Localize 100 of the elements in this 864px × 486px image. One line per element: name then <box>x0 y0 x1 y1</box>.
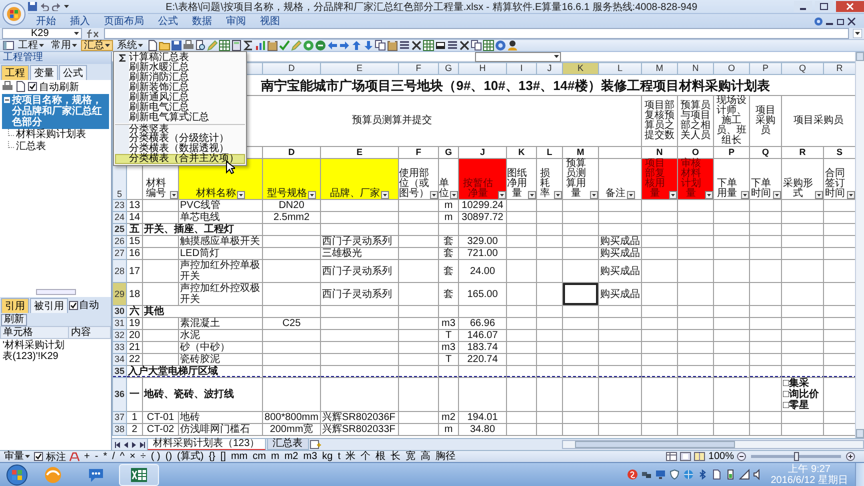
menu-item[interactable]: 分类横表（合并主次项） <box>115 154 245 164</box>
filter-dropdown-icon[interactable] <box>847 191 855 199</box>
frame-icon[interactable] <box>435 40 446 51</box>
symbol-button[interactable]: 宽 <box>404 452 416 462</box>
filter-dropdown-icon[interactable] <box>381 191 389 199</box>
symbol-button[interactable]: ^ <box>118 452 126 462</box>
user-icon[interactable] <box>507 40 518 51</box>
sheet-tab[interactable]: 材料采购计划表（123） <box>147 438 266 450</box>
row-header[interactable]: 26 <box>112 236 126 248</box>
filter-dropdown-icon[interactable] <box>430 191 438 199</box>
column-header[interactable]: Q <box>782 62 824 74</box>
new-sheet-icon[interactable] <box>310 440 321 449</box>
column-header[interactable]: R <box>824 62 855 74</box>
column-header[interactable]: O <box>714 62 750 74</box>
column-header[interactable]: G <box>438 62 458 74</box>
checkbox-option[interactable]: □集采 <box>783 378 822 389</box>
panel-tab[interactable]: 被引用 <box>30 298 68 313</box>
filter-dropdown-icon[interactable] <box>773 191 781 199</box>
clipboard-icon[interactable] <box>387 40 398 51</box>
filter-dropdown-icon[interactable] <box>308 191 316 199</box>
zoom-in-icon[interactable] <box>846 452 855 461</box>
column-header[interactable]: F <box>398 62 438 74</box>
panel-tab[interactable]: 公式 <box>59 65 87 80</box>
column-header[interactable]: N <box>678 62 714 74</box>
symbol-button[interactable]: (算式) <box>176 452 205 462</box>
symbol-button[interactable]: kg <box>321 452 334 462</box>
input-method-icon[interactable] <box>626 469 638 480</box>
next-sheet-icon[interactable] <box>131 440 138 448</box>
row-header[interactable]: 25 <box>112 224 126 236</box>
column-header[interactable]: I <box>506 62 536 74</box>
row-header[interactable]: 38 <box>112 424 126 436</box>
toolbar-menu-button[interactable]: 系统 <box>114 40 146 51</box>
row-header[interactable]: 30 <box>112 306 126 318</box>
clipboard-icon[interactable] <box>267 40 278 51</box>
refresh-button[interactable]: 刷新 <box>1 314 27 326</box>
arrow-left-icon[interactable] <box>327 40 338 51</box>
filter-dropdown-icon[interactable] <box>450 191 458 199</box>
checkbox-option[interactable]: □零星 <box>783 400 822 411</box>
ribbon-tab[interactable]: 插入 <box>64 14 96 28</box>
column-header[interactable]: M <box>642 62 678 74</box>
filter-dropdown-icon[interactable] <box>705 191 713 199</box>
checkbox-option[interactable]: □询比价 <box>783 389 822 400</box>
tree-item[interactable]: 材料采购计划表 <box>2 129 109 141</box>
symbol-button[interactable]: 胸径 <box>434 452 456 462</box>
filter-dropdown-icon[interactable] <box>170 191 178 199</box>
chart-icon[interactable] <box>255 40 266 51</box>
undo-icon[interactable] <box>40 2 49 11</box>
filter-dropdown-icon[interactable] <box>554 191 562 199</box>
symbol-button[interactable]: 长 <box>389 452 402 462</box>
print-icon[interactable] <box>2 81 13 92</box>
symbol-button[interactable]: t <box>336 452 342 462</box>
filter-dropdown-icon[interactable] <box>626 191 634 199</box>
ribbon-tab[interactable]: 审阅 <box>220 14 252 28</box>
symbol-button[interactable]: m <box>270 452 280 462</box>
dropdown-field[interactable] <box>475 52 561 62</box>
sum-icon[interactable] <box>243 40 254 51</box>
symbol-button[interactable]: × <box>128 452 136 462</box>
column-header[interactable]: 单元格 <box>0 326 69 338</box>
symbol-button[interactable]: + <box>83 452 91 462</box>
calculator-icon[interactable] <box>231 40 242 51</box>
symbol-button[interactable]: ( ) <box>150 452 162 462</box>
preview-icon[interactable] <box>195 40 206 51</box>
column-header[interactable]: 内容 <box>68 326 110 338</box>
symbol-button[interactable]: {} <box>208 452 216 462</box>
restore-icon[interactable] <box>836 16 845 26</box>
expand-caret-icon[interactable] <box>853 29 862 38</box>
ribbon-tab[interactable]: 页面布局 <box>98 14 150 28</box>
insert-function-icon[interactable] <box>86 29 100 38</box>
globe-icon[interactable] <box>682 469 694 480</box>
rows-icon[interactable] <box>447 40 458 51</box>
network-icon[interactable] <box>640 469 652 480</box>
rows-icon[interactable] <box>399 40 410 51</box>
monitor-icon[interactable] <box>654 469 666 480</box>
check-icon[interactable] <box>279 40 290 51</box>
filter-dropdown-icon[interactable] <box>741 191 749 199</box>
checkbox[interactable] <box>34 452 43 461</box>
close-icon[interactable] <box>847 16 856 26</box>
column-header[interactable]: J <box>536 62 562 74</box>
horizontal-scrollbar[interactable] <box>36 288 76 295</box>
symbol-button[interactable]: * <box>102 452 108 462</box>
row-header[interactable]: 32 <box>112 330 126 342</box>
symbol-button[interactable]: mm <box>230 452 249 462</box>
checkbox[interactable] <box>28 82 37 91</box>
row-header[interactable]: 24 <box>112 212 126 224</box>
page-break-view-icon[interactable] <box>694 452 706 461</box>
panel-tab[interactable]: 引用 <box>1 298 29 313</box>
minus-circle-icon[interactable] <box>315 40 326 51</box>
arrow-up-icon[interactable] <box>351 40 362 51</box>
row-header[interactable]: 28 <box>112 260 126 282</box>
checkbox[interactable] <box>69 300 78 310</box>
delete-icon[interactable] <box>411 40 422 51</box>
sheet-tab[interactable]: 汇总表 <box>266 439 309 450</box>
toolbar-menu-button[interactable]: 汇总 <box>81 40 113 51</box>
filter-dropdown-icon[interactable] <box>590 191 598 199</box>
tree-item[interactable]: 汇总表 <box>2 141 109 153</box>
save-icon[interactable] <box>171 40 182 51</box>
name-box[interactable]: K29 <box>2 28 82 39</box>
print-icon[interactable] <box>183 40 194 51</box>
row-header[interactable]: 36 <box>112 378 126 412</box>
previous-sheet-icon[interactable] <box>123 440 130 448</box>
